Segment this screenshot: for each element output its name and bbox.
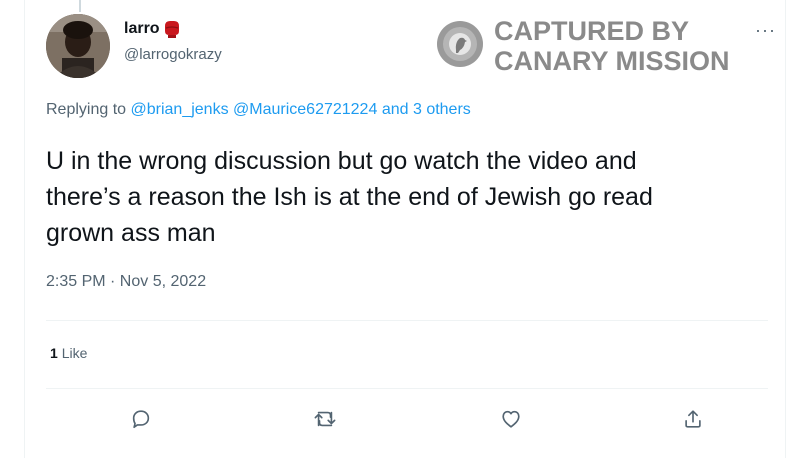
name-row: larro <box>124 18 222 40</box>
replying-users-link[interactable]: @brian_jenks @Maurice62721224 <box>131 101 378 118</box>
tweet-text-line: U in the wrong discussion but go watch t… <box>46 147 637 175</box>
heart-icon <box>500 408 522 430</box>
like-label: Like <box>61 345 88 361</box>
watermark-text: CAPTURED BY CANARY MISSION <box>494 16 730 76</box>
reply-button[interactable] <box>126 404 156 434</box>
watermark-line-1: CAPTURED BY <box>494 16 690 46</box>
tweet-text-line: grown ass man <box>46 219 216 247</box>
tweet-text: U in the wrong discussion but go watch t… <box>46 143 786 251</box>
share-button[interactable] <box>678 404 708 434</box>
watermark: CAPTURED BY CANARY MISSION <box>436 16 730 76</box>
user-block: larro @larrogokrazy <box>124 18 222 63</box>
more-options-button[interactable]: ··· <box>755 20 776 41</box>
divider <box>46 320 768 321</box>
replying-connector[interactable]: and <box>382 101 409 118</box>
comment-icon <box>130 408 152 430</box>
tweet-text-line: there’s a reason the Ish is at the end o… <box>46 183 653 211</box>
likes-summary[interactable]: 1 Like <box>50 345 87 361</box>
replying-prefix: Replying to <box>46 101 127 118</box>
page: larro @larrogokrazy CAPTURED BY CANARY M… <box>0 0 800 458</box>
replying-others-link[interactable]: 3 others <box>413 101 471 118</box>
divider <box>46 388 768 389</box>
like-button[interactable] <box>496 404 526 434</box>
thread-line <box>79 0 81 12</box>
user-handle[interactable]: @larrogokrazy <box>124 46 222 63</box>
canary-bird-icon <box>436 20 484 73</box>
avatar[interactable] <box>46 14 110 78</box>
tweet-timestamp[interactable]: 2:35 PM · Nov 5, 2022 <box>46 273 206 291</box>
retweet-button[interactable] <box>310 404 340 434</box>
boxing-glove-icon <box>162 19 182 39</box>
share-icon <box>682 408 704 430</box>
retweet-icon <box>313 408 337 430</box>
watermark-line-2: CANARY MISSION <box>494 46 730 76</box>
like-count: 1 <box>50 345 58 361</box>
replying-to: Replying to @brian_jenks @Maurice6272122… <box>46 101 471 119</box>
display-name[interactable]: larro <box>124 20 160 38</box>
